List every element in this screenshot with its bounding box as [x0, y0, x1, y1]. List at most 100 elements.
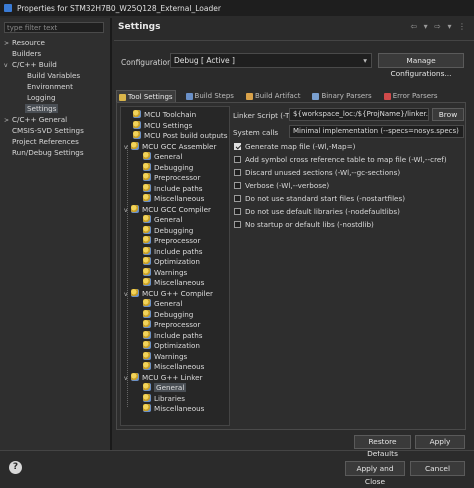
- tool-gear-icon: [143, 278, 151, 286]
- filter-input[interactable]: type filter text: [4, 22, 104, 33]
- linker-script-input[interactable]: ${workspace_loc:/${ProjName}/linker.ld}: [289, 108, 429, 121]
- tab-binary-parsers[interactable]: Binary Parsers: [310, 90, 373, 102]
- nav-item-cmsis-svd[interactable]: CMSIS-SVD Settings: [12, 126, 84, 136]
- tree-node[interactable]: Include paths: [143, 183, 203, 194]
- tool-gear-icon: [143, 194, 151, 202]
- tool-gear-icon: [143, 299, 151, 307]
- tree-node[interactable]: Optimization: [143, 341, 200, 351]
- nav-item-logging[interactable]: Logging: [27, 93, 56, 103]
- chevron-down-icon[interactable]: v: [124, 374, 131, 384]
- nav-item-run-debug[interactable]: Run/Debug Settings: [12, 148, 84, 158]
- tree-node[interactable]: Warnings: [143, 267, 187, 278]
- checkbox-nostdlib[interactable]: No startup or default libs (-nostdlib): [234, 220, 374, 229]
- tree-node[interactable]: Optimization: [143, 257, 200, 267]
- tool-gear-icon: [143, 330, 151, 339]
- chevron-down-icon[interactable]: v: [124, 206, 131, 216]
- nav-item-project-references[interactable]: Project References: [12, 137, 79, 147]
- tree-node-selected[interactable]: General: [143, 383, 187, 393]
- pane-splitter[interactable]: [110, 18, 112, 450]
- tool-gear-icon: [131, 288, 139, 297]
- tool-gear-icon: [133, 131, 141, 139]
- tree-node[interactable]: Preprocessor: [143, 173, 200, 183]
- tool-gear-icon: [131, 204, 139, 213]
- tab-build-artifact[interactable]: Build Artifact: [244, 90, 303, 102]
- chevron-down-icon[interactable]: v: [4, 61, 12, 71]
- chevron-down-icon[interactable]: v: [124, 290, 131, 300]
- tree-node[interactable]: Preprocessor: [143, 236, 200, 246]
- checkbox-gc-sections[interactable]: Discard unused sections (-Wl,--gc-sectio…: [234, 168, 400, 177]
- checkbox-verbose[interactable]: Verbose (-Wl,--verbose): [234, 181, 329, 190]
- tree-node[interactable]: Miscellaneous: [143, 194, 204, 204]
- checkbox-checked-icon[interactable]: [234, 143, 241, 150]
- tree-group[interactable]: v MCU G++ Linker: [124, 372, 203, 384]
- browse-button[interactable]: Brow: [432, 108, 464, 121]
- tree-node[interactable]: General: [143, 152, 182, 162]
- tree-group[interactable]: v MCU GCC Compiler: [124, 204, 211, 216]
- nav-item-build-variables[interactable]: Build Variables: [27, 71, 80, 81]
- manage-configurations-button[interactable]: Manage Configurations...: [378, 53, 464, 78]
- nav-item-cc-build[interactable]: v C/C++ Build: [4, 60, 57, 70]
- tree-node[interactable]: Include paths: [143, 330, 203, 341]
- tree-node[interactable]: General: [143, 299, 182, 309]
- tool-gear-icon: [143, 236, 151, 244]
- configuration-value: Debug [ Active ]: [174, 56, 235, 65]
- system-calls-select[interactable]: Minimal implementation (--specs=nosys.sp…: [289, 125, 464, 138]
- checkbox-icon[interactable]: [234, 208, 241, 215]
- tree-node[interactable]: Libraries: [143, 393, 185, 404]
- tree-node[interactable]: MCU Toolchain: [133, 110, 196, 120]
- checkbox-icon[interactable]: [234, 195, 241, 202]
- title-bar: Properties for STM32H7B0_W25Q128_Externa…: [0, 0, 474, 16]
- tool-gear-icon: [143, 183, 151, 192]
- tree-node[interactable]: General: [143, 215, 182, 225]
- tool-gear-icon: [143, 257, 151, 265]
- tree-node[interactable]: Miscellaneous: [143, 362, 204, 372]
- checkbox-nostartfiles[interactable]: Do not use standard start files (-nostar…: [234, 194, 405, 203]
- tab-error-parsers[interactable]: Error Parsers: [382, 90, 440, 102]
- checkbox-icon[interactable]: [234, 156, 241, 163]
- chevron-right-icon[interactable]: >: [4, 116, 12, 126]
- nav-item-settings[interactable]: Settings: [25, 104, 59, 114]
- system-calls-label: System calls: [233, 128, 279, 137]
- restore-defaults-button[interactable]: Restore Defaults: [354, 435, 411, 458]
- configuration-select[interactable]: Debug [ Active ] ▾: [170, 53, 372, 68]
- tree-node[interactable]: Include paths: [143, 246, 203, 257]
- tree-node[interactable]: MCU Settings: [133, 120, 192, 131]
- error-parsers-icon: [383, 92, 391, 100]
- checkbox-cref[interactable]: Add symbol cross reference table to map …: [234, 155, 447, 164]
- tree-group[interactable]: v MCU GCC Assembler: [124, 141, 216, 153]
- checkbox-icon[interactable]: [234, 221, 241, 228]
- tree-node[interactable]: Miscellaneous: [143, 404, 204, 414]
- tab-build-steps[interactable]: Build Steps: [184, 90, 236, 102]
- tree-node[interactable]: Debugging: [143, 309, 193, 320]
- apply-and-close-button[interactable]: Apply and Close: [345, 461, 405, 486]
- tool-gear-icon: [143, 225, 151, 234]
- nav-item-resource[interactable]: > Resource: [4, 38, 45, 48]
- history-nav-icons[interactable]: ⇦ ▾ ⇨ ▾ ⋮: [410, 22, 468, 31]
- tree-group[interactable]: v MCU G++ Compiler: [124, 288, 213, 300]
- tree-node[interactable]: Warnings: [143, 351, 187, 362]
- tool-gear-icon: [131, 372, 139, 381]
- tool-gear-icon: [143, 341, 151, 349]
- apply-button[interactable]: Apply: [415, 435, 465, 449]
- linker-script-label: Linker Script (-T): [233, 111, 293, 120]
- nav-item-cc-general[interactable]: > C/C++ General: [4, 115, 67, 125]
- tree-node[interactable]: Debugging: [143, 225, 193, 236]
- checkbox-generate-map[interactable]: Generate map file (-Wl,-Map=): [234, 142, 355, 151]
- cancel-button[interactable]: Cancel: [410, 461, 465, 476]
- chevron-down-icon[interactable]: v: [124, 143, 131, 153]
- checkbox-nodefaultlibs[interactable]: Do not use default libraries (-nodefault…: [234, 207, 400, 216]
- tree-node[interactable]: MCU Post build outputs: [133, 131, 228, 141]
- nav-item-environment[interactable]: Environment: [27, 82, 73, 92]
- tree-node[interactable]: Preprocessor: [143, 320, 200, 330]
- chevron-right-icon[interactable]: >: [4, 39, 12, 49]
- checkbox-icon[interactable]: [234, 182, 241, 189]
- chevron-down-icon: ▾: [363, 56, 367, 65]
- tool-gear-icon: [143, 351, 151, 360]
- binary-parsers-icon: [312, 92, 320, 100]
- tree-node[interactable]: Miscellaneous: [143, 278, 204, 288]
- tree-node[interactable]: Debugging: [143, 162, 193, 173]
- checkbox-icon[interactable]: [234, 169, 241, 176]
- nav-item-builders[interactable]: Builders: [12, 49, 41, 59]
- tab-strip: Tool Settings Build Steps Build Artifact…: [116, 90, 448, 103]
- help-icon[interactable]: ?: [9, 461, 22, 474]
